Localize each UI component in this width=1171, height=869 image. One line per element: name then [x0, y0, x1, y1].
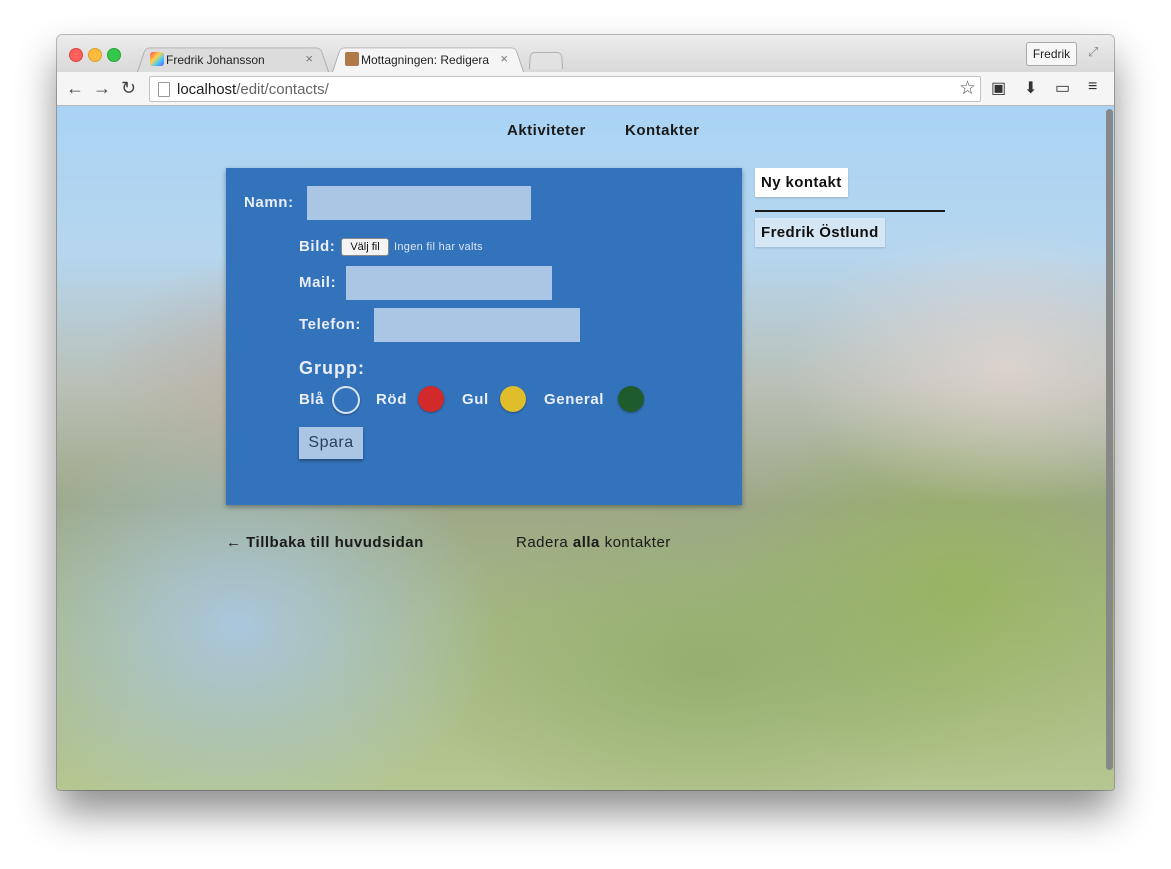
tab-shape — [529, 52, 563, 69]
tab-mottagningen[interactable]: Mottagningen: Redigera × — [332, 45, 524, 72]
tab-close-icon[interactable]: × — [500, 51, 508, 66]
choose-file-button[interactable]: Välj fil — [341, 238, 389, 256]
delete-suffix: kontakter — [604, 534, 671, 551]
profile-button[interactable]: Fredrik — [1026, 42, 1077, 66]
new-contact-button[interactable]: Ny kontakt — [755, 168, 848, 197]
address-bar[interactable]: localhost/edit/contacts/ ☆ — [149, 76, 981, 102]
group-label-general: General — [544, 391, 605, 408]
tab-title: Fredrik Johansson — [166, 53, 265, 67]
group-label-blue: Blå — [299, 391, 325, 408]
phone-label: Telefon: — [299, 316, 362, 333]
sidebar-divider — [755, 210, 945, 212]
group-label-yellow: Gul — [462, 391, 489, 408]
delete-prefix: Radera — [516, 534, 569, 551]
tab-fredrik-johansson[interactable]: Fredrik Johansson × — [137, 45, 329, 72]
contact-form-panel: Namn: Bild: Välj fil Ingen fil har valts… — [226, 168, 742, 505]
page-content: Aktiviteter Kontakter Namn: Bild: Välj f… — [57, 106, 1114, 790]
title-bar: Fredrik Johansson × Mottagningen: Redige… — [57, 35, 1114, 72]
tab-close-icon[interactable]: × — [305, 51, 313, 66]
site-favicon-icon — [345, 52, 359, 66]
back-arrow-icon[interactable]: ← — [66, 78, 84, 98]
reload-icon[interactable]: ↻ — [121, 78, 136, 98]
url-text: localhost/edit/contacts/ — [177, 81, 329, 98]
close-window-button[interactable] — [69, 48, 83, 62]
file-status-text: Ingen fil har valts — [394, 241, 483, 253]
group-radio-general[interactable] — [618, 386, 644, 412]
mail-input[interactable] — [346, 266, 552, 300]
delete-all-contacts-link[interactable]: Radera alla kontakter — [516, 534, 671, 551]
nav-link-activities[interactable]: Aktiviteter — [507, 122, 586, 139]
fullscreen-icon[interactable]: ⤢ — [1088, 44, 1104, 60]
tab-title: Mottagningen: Redigera — [361, 53, 490, 67]
image-label: Bild: — [299, 238, 336, 255]
name-input[interactable] — [307, 186, 531, 220]
bookmark-star-icon[interactable]: ☆ — [959, 77, 976, 100]
new-tab-button[interactable] — [529, 51, 563, 69]
download-icon[interactable]: ⬇ — [1024, 78, 1037, 98]
browser-toolbar: ← → ↻ localhost/edit/contacts/ ☆ ▣ ⬇ ▭ ≡ — [57, 72, 1114, 106]
page-icon — [158, 82, 170, 97]
name-label: Namn: — [244, 194, 294, 211]
site-favicon-icon — [150, 52, 164, 66]
browser-window: Fredrik Johansson × Mottagningen: Redige… — [57, 35, 1114, 790]
cast-icon[interactable]: ▭ — [1055, 78, 1070, 98]
group-heading: Grupp: — [299, 358, 365, 378]
delete-bold-word: alla — [572, 534, 600, 551]
zoom-window-button[interactable] — [107, 48, 121, 62]
menu-icon[interactable]: ≡ — [1088, 78, 1097, 96]
nav-link-contacts[interactable]: Kontakter — [625, 122, 700, 139]
page-scrollbar[interactable] — [1106, 109, 1113, 770]
back-to-home-link[interactable]: ← Tillbaka till huvudsidan — [226, 534, 424, 551]
forward-arrow-icon[interactable]: → — [93, 78, 111, 98]
group-label-red: Röd — [376, 391, 407, 408]
contact-list-item[interactable]: Fredrik Östlund — [755, 218, 885, 247]
phone-input[interactable] — [374, 308, 580, 342]
url-path: /edit/contacts/ — [236, 81, 329, 98]
save-button[interactable]: Spara — [299, 427, 363, 459]
group-radio-yellow[interactable] — [500, 386, 526, 412]
minimize-window-button[interactable] — [88, 48, 102, 62]
group-radio-blue[interactable] — [332, 386, 360, 414]
mail-label: Mail: — [299, 274, 337, 291]
extension-icon[interactable]: ▣ — [991, 78, 1006, 98]
url-host: localhost — [177, 81, 237, 98]
group-radio-red[interactable] — [418, 386, 444, 412]
